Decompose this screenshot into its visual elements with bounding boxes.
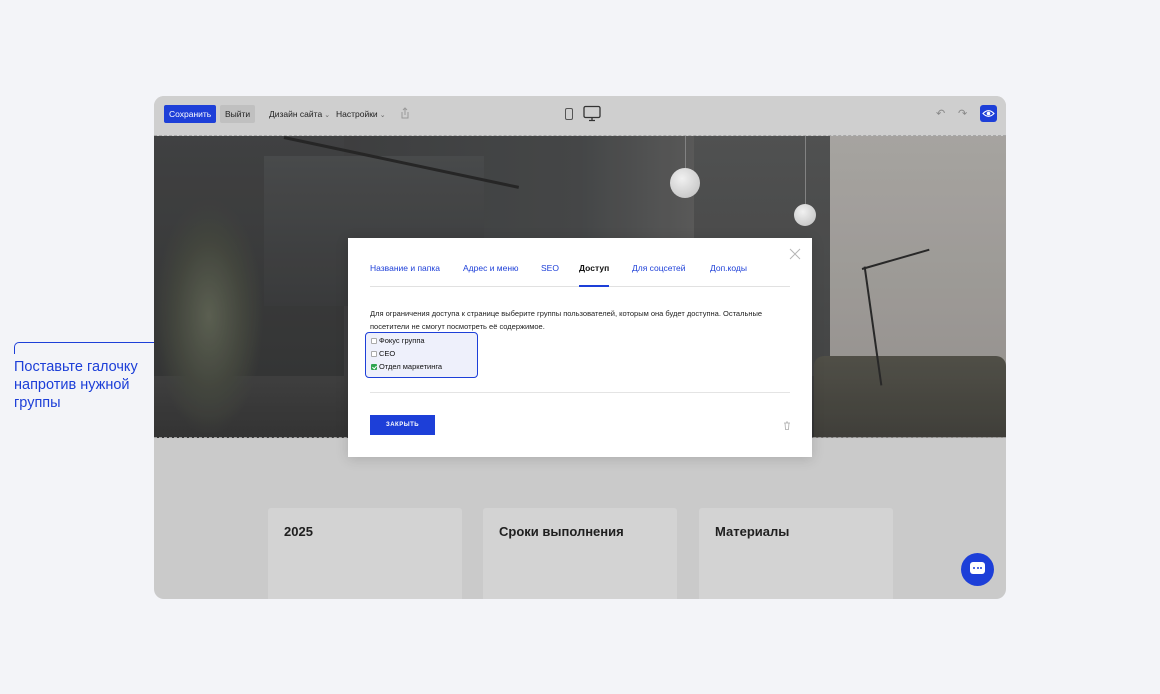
group-checkbox-checked[interactable] bbox=[371, 363, 377, 370]
close-dialog-button[interactable]: ЗАКРЫТЬ bbox=[370, 415, 435, 435]
settings-menu-label: Настройки bbox=[336, 109, 378, 119]
card: 2025 bbox=[268, 508, 462, 599]
card-title: Материалы bbox=[715, 524, 790, 539]
chat-button[interactable] bbox=[961, 553, 994, 586]
group-item-focus-group[interactable]: Фокус группа bbox=[371, 335, 425, 346]
card: Материалы bbox=[699, 508, 893, 599]
annotation-text: Поставьте галочку напротив нужной группы bbox=[14, 359, 138, 411]
settings-menu[interactable]: Настройки ⌄ bbox=[336, 105, 386, 123]
tab-access[interactable]: Доступ bbox=[579, 262, 610, 287]
save-button[interactable]: Сохранить bbox=[164, 105, 217, 123]
close-icon[interactable] bbox=[788, 247, 802, 261]
chat-icon bbox=[970, 562, 985, 574]
design-menu[interactable]: Дизайн сайта ⌄ bbox=[269, 105, 330, 123]
group-checkbox[interactable] bbox=[371, 350, 377, 357]
card-title: Сроки выполнения bbox=[499, 524, 624, 539]
share-icon[interactable] bbox=[398, 106, 412, 120]
user-group-list: Фокус группа CEO Отдел маркетинга bbox=[365, 332, 478, 378]
tab-seo[interactable]: SEO bbox=[541, 262, 559, 287]
group-checkbox[interactable] bbox=[371, 337, 377, 344]
tab-extra-codes[interactable]: Доп.коды bbox=[710, 262, 747, 287]
preview-button[interactable] bbox=[980, 105, 997, 122]
card-title: 2025 bbox=[284, 524, 313, 539]
tab-name-and-folder[interactable]: Название и папка bbox=[370, 262, 440, 287]
phone-view-icon[interactable] bbox=[565, 108, 573, 120]
access-description: Для ограничения доступа к странице выбер… bbox=[370, 309, 763, 331]
page-settings-dialog: Название и папка Адрес и меню SEO Доступ… bbox=[348, 238, 812, 457]
editor-toolbar: Сохранить Выйти Дизайн сайта ⌄ Настройки ⌄… bbox=[154, 96, 1006, 136]
undo-icon[interactable]: ↶ bbox=[936, 108, 948, 120]
exit-button[interactable]: Выйти bbox=[220, 105, 256, 123]
annotation-bracket bbox=[14, 342, 20, 354]
group-label: Фокус группа bbox=[379, 336, 425, 345]
card: Сроки выполнения bbox=[483, 508, 677, 599]
chevron-down-icon: ⌄ bbox=[324, 112, 331, 119]
group-item-marketing[interactable]: Отдел маркетинга bbox=[371, 361, 442, 372]
group-label: Отдел маркетинга bbox=[379, 362, 443, 371]
design-menu-label: Дизайн сайта bbox=[269, 109, 323, 119]
trash-icon[interactable] bbox=[783, 421, 791, 430]
chevron-down-icon: ⌄ bbox=[379, 112, 386, 119]
redo-icon[interactable]: ↷ bbox=[958, 108, 970, 120]
settings-tabs: Название и папка Адрес и меню SEO Доступ… bbox=[370, 262, 790, 287]
tab-social[interactable]: Для соцсетей bbox=[632, 262, 686, 287]
divider bbox=[370, 392, 790, 393]
group-label: CEO bbox=[379, 349, 396, 358]
group-item-ceo[interactable]: CEO bbox=[371, 348, 395, 359]
tab-address-and-menu[interactable]: Адрес и меню bbox=[463, 262, 518, 287]
desktop-view-icon[interactable] bbox=[582, 105, 602, 122]
eye-icon bbox=[982, 110, 995, 117]
